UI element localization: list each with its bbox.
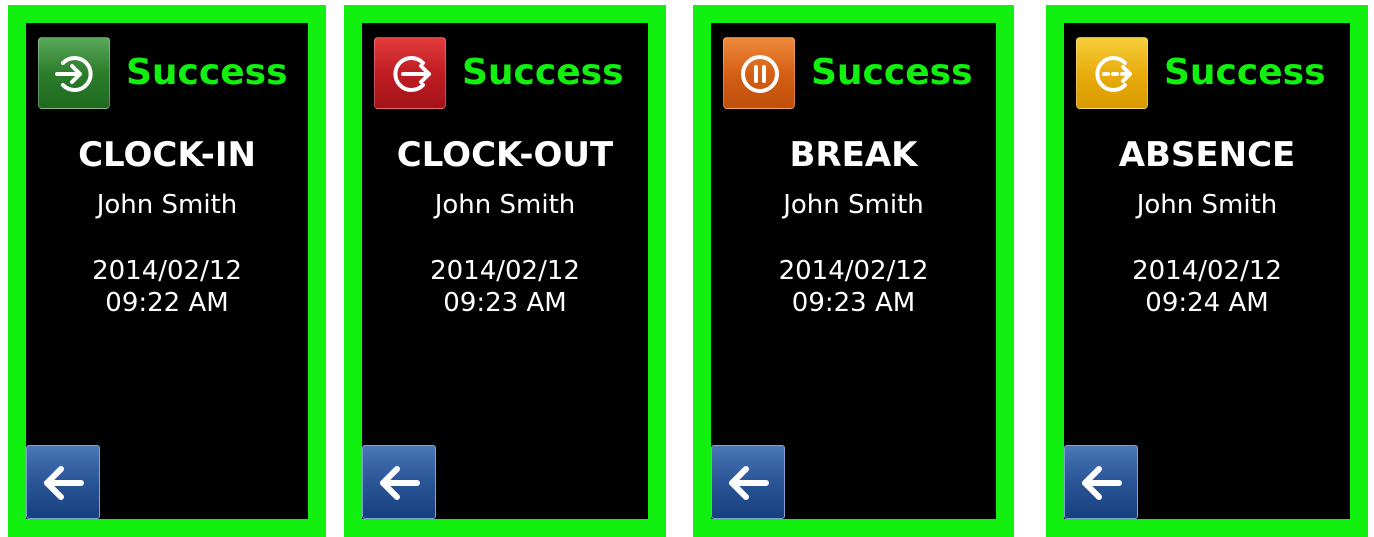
event-date: 2014/02/12 (92, 256, 242, 286)
back-button[interactable] (362, 445, 436, 519)
action-title: ABSENCE (1118, 135, 1296, 175)
action-title: CLOCK-IN (78, 135, 256, 175)
employee-name: John Smith (783, 190, 924, 220)
back-arrow-icon (729, 466, 769, 500)
event-date: 2014/02/12 (430, 256, 580, 286)
employee-name: John Smith (434, 190, 576, 220)
event-date: 2014/02/12 (1132, 256, 1282, 286)
confirmation-panel-break: Success BREAK John Smith 2014/02/12 09:2… (693, 5, 1014, 537)
action-title: BREAK (789, 135, 918, 175)
back-arrow-icon (1082, 466, 1122, 500)
back-button[interactable] (26, 445, 100, 519)
event-time: 09:23 AM (791, 288, 916, 318)
employee-name: John Smith (96, 190, 238, 220)
clock-in-icon (38, 37, 110, 109)
clock-out-icon (374, 37, 446, 109)
back-button[interactable] (1064, 445, 1138, 519)
back-arrow-icon (44, 466, 84, 500)
event-time: 09:22 AM (105, 288, 229, 318)
back-arrow-icon (380, 466, 420, 500)
break-pause-icon (723, 37, 795, 109)
status-text: Success (126, 52, 288, 93)
event-date: 2014/02/12 (778, 256, 929, 286)
confirmation-panel-clock-out: Success CLOCK-OUT John Smith 2014/02/12 … (344, 5, 666, 537)
action-title: CLOCK-OUT (396, 135, 614, 175)
confirmation-panel-clock-in: Success CLOCK-IN John Smith 2014/02/12 0… (8, 5, 326, 537)
event-time: 09:23 AM (443, 288, 567, 318)
confirmation-panel-absence: Success ABSENCE John Smith 2014/02/12 09… (1046, 5, 1368, 537)
status-text: Success (462, 52, 624, 93)
employee-name: John Smith (1136, 190, 1278, 220)
status-text: Success (811, 52, 973, 93)
status-text: Success (1164, 52, 1326, 93)
event-time: 09:24 AM (1145, 288, 1269, 318)
absence-icon (1076, 37, 1148, 109)
back-button[interactable] (711, 445, 785, 519)
